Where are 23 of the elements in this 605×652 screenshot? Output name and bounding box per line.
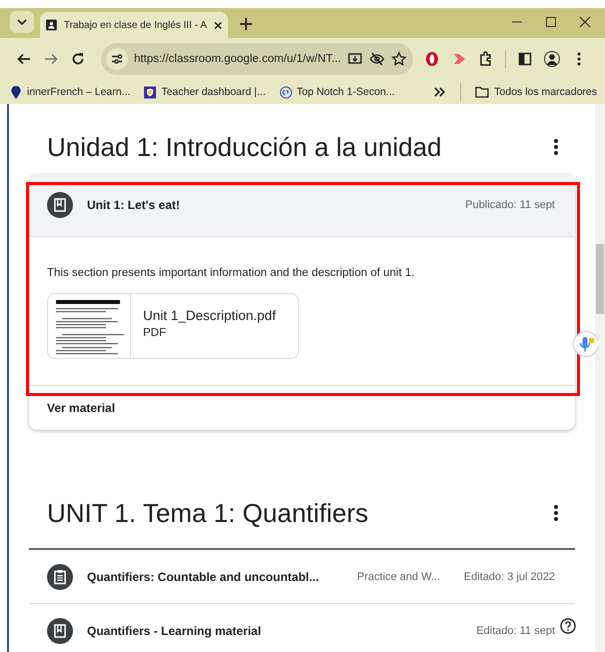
bookmark-item[interactable]: innerFrench – Learn... xyxy=(10,86,130,98)
bookmarks-folder[interactable]: Todos los marcadores xyxy=(475,86,597,98)
item-date: Editado: 11 sept xyxy=(476,624,555,636)
item-row[interactable]: Quantifiers: Countable and uncountabl... Practice and W... Editado: 3 jul 2022 xyxy=(29,550,575,604)
view-material-link[interactable]: Ver material xyxy=(47,401,116,415)
item-title: Unit 1: Let's eat! xyxy=(87,198,180,212)
topic-text: Practice and W... xyxy=(357,570,440,582)
section-title: Unidad 1: Introducción a la unidad xyxy=(47,132,442,162)
attachment-type: PDF xyxy=(143,327,167,339)
item-row[interactable]: Quantifiers - Learning material Editado: 11 sept xyxy=(29,604,575,652)
description-text: This section presents important information and the description of unit 1. xyxy=(47,267,416,279)
item-title: Quantifiers - Learning material xyxy=(87,624,262,638)
bookmark-item[interactable]: Top Notch 1-Secon... xyxy=(280,86,395,98)
attachment-name: Unit 1_Description.pdf xyxy=(143,308,276,323)
attachment-card[interactable]: Unit 1_Description.pdf PDF xyxy=(47,293,299,359)
section-title: UNIT 1. Tema 1: Quantifiers xyxy=(47,498,368,528)
browser-tab[interactable]: Trabajo en clase de Inglés III - A xyxy=(40,12,228,38)
bookmark-item[interactable]: Teacher dashboard |... xyxy=(144,86,266,98)
item-date: Editado: 3 jul 2022 xyxy=(464,570,555,582)
item-title: Quantifiers: Countable and uncountabl... xyxy=(87,570,320,584)
item-date: Publicado: 11 sept xyxy=(465,199,555,211)
address-bar[interactable]: https://classroom.google.com/u/1/w/NT... xyxy=(101,43,413,75)
card-header[interactable]: Unit 1: Let's eat! Publicado: 11 sept xyxy=(29,174,575,237)
